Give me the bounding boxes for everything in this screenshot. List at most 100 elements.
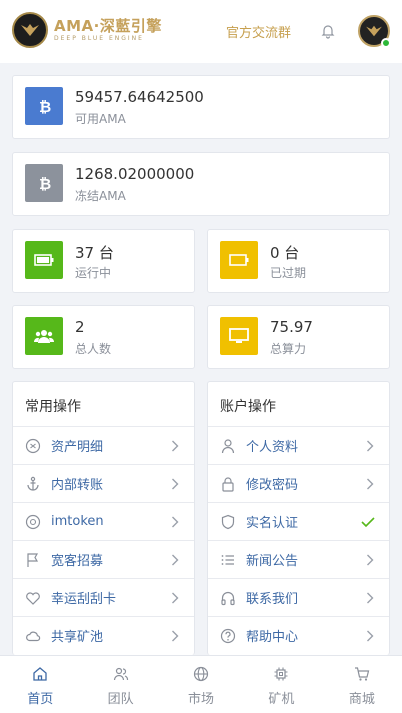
menu-item-label: 宽客招募 bbox=[51, 554, 104, 569]
tab-label: 团队 bbox=[107, 692, 134, 707]
available-balance-value: 59457.64642500 bbox=[75, 88, 204, 106]
account-operations-panel: 账户操作 个人资料 修改密码 实名认证 新闻公告 联系我们 帮助中心 bbox=[207, 381, 390, 655]
tab-label: 矿机 bbox=[268, 692, 295, 707]
chevron-right-icon bbox=[170, 478, 180, 490]
flag-icon bbox=[25, 552, 41, 568]
tab-shop[interactable]: 商城 bbox=[322, 656, 402, 713]
monitor-icon bbox=[220, 317, 258, 355]
common-operations-title: 常用操作 bbox=[25, 399, 81, 415]
asset-icon bbox=[25, 438, 41, 454]
frozen-balance-card: ₿ 1268.02000000 冻结AMA bbox=[12, 152, 390, 216]
battery-empty-icon bbox=[220, 241, 258, 279]
menu-item-asset-detail[interactable]: 资产明细 bbox=[13, 426, 194, 464]
chevron-right-icon bbox=[365, 554, 375, 566]
total-hashrate-card: 75.97 总算力 bbox=[207, 305, 390, 369]
total-people-label: 总人数 bbox=[75, 342, 112, 356]
lock-icon bbox=[220, 476, 236, 492]
menu-item-label: imtoken bbox=[51, 514, 104, 529]
menu-item-contact-us[interactable]: 联系我们 bbox=[208, 578, 389, 616]
total-people-card: 2 总人数 bbox=[12, 305, 195, 369]
tab-team[interactable]: 团队 bbox=[80, 656, 160, 713]
tab-miner[interactable]: 矿机 bbox=[241, 656, 321, 713]
frozen-balance-label: 冻结AMA bbox=[75, 189, 126, 203]
eagle-logo-icon bbox=[12, 12, 48, 48]
chevron-right-icon bbox=[365, 630, 375, 642]
bottom-tab-bar: 首页 团队 市场 矿机 商城 bbox=[0, 655, 402, 713]
tab-market[interactable]: 市场 bbox=[161, 656, 241, 713]
official-group-link[interactable]: 官方交流群 bbox=[226, 22, 291, 41]
users-icon bbox=[25, 317, 63, 355]
user-icon bbox=[220, 438, 236, 454]
tab-home[interactable]: 首页 bbox=[0, 656, 80, 713]
menu-item-imtoken[interactable]: imtoken bbox=[13, 502, 194, 540]
total-hashrate-label: 总算力 bbox=[270, 342, 307, 356]
common-operations-panel: 常用操作 资产明细 内部转账 imtoken 宽客招募 幸运刮刮卡 共享矿池 bbox=[12, 381, 195, 655]
chevron-right-icon bbox=[365, 440, 375, 452]
menu-item-quant-recruit[interactable]: 宽客招募 bbox=[13, 540, 194, 578]
chevron-right-icon bbox=[365, 478, 375, 490]
menu-item-label: 幸运刮刮卡 bbox=[51, 592, 117, 607]
menu-item-change-password[interactable]: 修改密码 bbox=[208, 464, 389, 502]
menu-item-label: 资产明细 bbox=[51, 440, 104, 455]
app-logo[interactable]: AMA·深藍引擎 DEEP BLUE ENGINE bbox=[12, 12, 162, 48]
expired-machines-card: 0 台 已过期 bbox=[207, 229, 390, 293]
menu-item-profile[interactable]: 个人资料 bbox=[208, 426, 389, 464]
running-machines-card: 37 台 运行中 bbox=[12, 229, 195, 293]
menu-item-lucky-scratch-card[interactable]: 幸运刮刮卡 bbox=[13, 578, 194, 616]
running-count: 37 台 bbox=[75, 244, 114, 262]
menu-item-internal-transfer[interactable]: 内部转账 bbox=[13, 464, 194, 502]
globe-icon bbox=[193, 666, 209, 682]
menu-item-news[interactable]: 新闻公告 bbox=[208, 540, 389, 578]
home-icon bbox=[32, 666, 48, 682]
bitcoin-icon: ₿ bbox=[25, 164, 63, 202]
chevron-right-icon bbox=[170, 630, 180, 642]
menu-item-label: 新闻公告 bbox=[246, 554, 299, 569]
account-operations-title: 账户操作 bbox=[220, 399, 276, 415]
menu-item-help-center[interactable]: 帮助中心 bbox=[208, 616, 389, 654]
chevron-right-icon bbox=[170, 440, 180, 452]
menu-item-label: 联系我们 bbox=[246, 592, 299, 607]
menu-item-label: 共享矿池 bbox=[51, 630, 104, 645]
chevron-right-icon bbox=[170, 554, 180, 566]
tab-label: 首页 bbox=[27, 692, 54, 707]
expired-count: 0 台 bbox=[270, 244, 300, 262]
expired-label: 已过期 bbox=[270, 266, 307, 280]
check-icon bbox=[361, 516, 375, 528]
menu-item-label: 修改密码 bbox=[246, 478, 299, 493]
logo-subtitle: DEEP BLUE ENGINE bbox=[54, 35, 144, 42]
chip-icon bbox=[273, 666, 289, 682]
online-status-dot bbox=[381, 38, 391, 48]
chevron-right-icon bbox=[170, 516, 180, 528]
svg-text:₿: ₿ bbox=[39, 175, 51, 192]
tab-label: 市场 bbox=[188, 692, 215, 707]
list-icon bbox=[220, 552, 236, 568]
available-balance-card: ₿ 59457.64642500 可用AMA bbox=[12, 75, 390, 139]
chevron-right-icon bbox=[365, 592, 375, 604]
total-people-value: 2 bbox=[75, 318, 85, 336]
top-header: AMA·深藍引擎 DEEP BLUE ENGINE 官方交流群 bbox=[0, 0, 402, 63]
menu-item-shared-pool[interactable]: 共享矿池 bbox=[13, 616, 194, 654]
menu-item-real-name-verification[interactable]: 实名认证 bbox=[208, 502, 389, 540]
running-label: 运行中 bbox=[75, 266, 112, 280]
shield-icon bbox=[220, 514, 236, 530]
anchor-icon bbox=[25, 476, 41, 492]
frozen-balance-value: 1268.02000000 bbox=[75, 165, 195, 183]
battery-full-icon bbox=[25, 241, 63, 279]
menu-item-label: 帮助中心 bbox=[246, 630, 299, 645]
bitcoin-icon: ₿ bbox=[25, 87, 63, 125]
heart-icon bbox=[25, 590, 41, 606]
menu-item-label: 个人资料 bbox=[246, 440, 299, 455]
team-icon bbox=[113, 666, 129, 682]
menu-item-label: 实名认证 bbox=[246, 516, 299, 531]
logo-title: AMA·深藍引擎 bbox=[54, 17, 162, 35]
cloud-icon bbox=[25, 628, 41, 644]
total-hashrate-value: 75.97 bbox=[270, 318, 313, 336]
cart-icon bbox=[354, 666, 370, 682]
bell-icon[interactable] bbox=[320, 23, 336, 39]
menu-item-label: 内部转账 bbox=[51, 478, 104, 493]
tab-label: 商城 bbox=[348, 692, 375, 707]
headphones-icon bbox=[220, 590, 236, 606]
svg-text:₿: ₿ bbox=[39, 98, 51, 115]
chevron-right-icon bbox=[170, 592, 180, 604]
help-circle-icon bbox=[220, 628, 236, 644]
